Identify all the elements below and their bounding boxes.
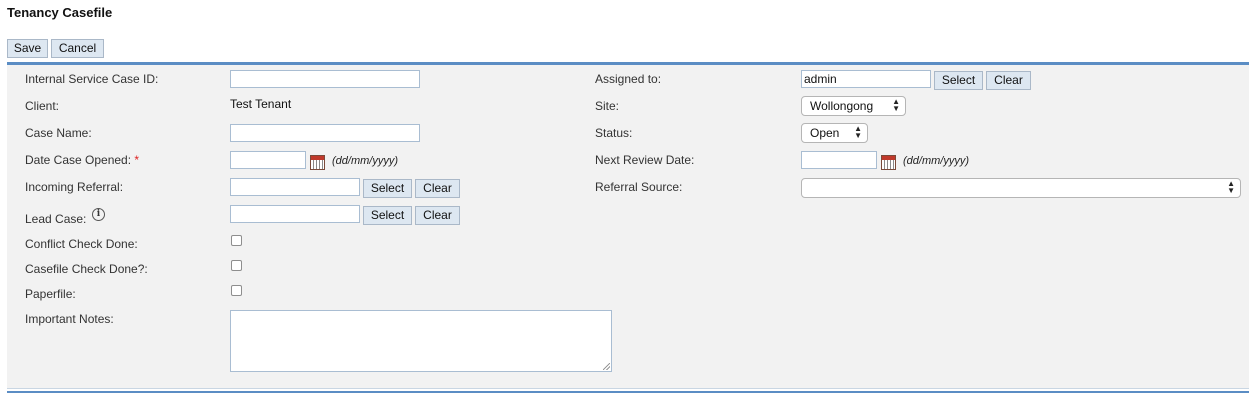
incoming-referral-clear-button[interactable]: Clear [415,179,460,198]
date-format-hint: (dd/mm/yyyy) [332,155,398,167]
incoming-referral-input[interactable] [230,178,360,196]
date-opened-label: Date Case Opened: * [25,153,139,167]
case-name-label: Case Name: [25,126,92,140]
incoming-referral-label: Incoming Referral: [25,180,124,194]
site-label: Site: [595,99,620,113]
client-label: Client: [25,99,60,113]
site-select[interactable]: Wollongong ▲ ▼ [801,96,906,116]
lead-case-select-button[interactable]: Select [363,206,412,225]
form-panel [7,62,1249,388]
date-opened-label-text: Date Case Opened: [25,153,132,167]
status-select[interactable]: Open ▲ ▼ [801,123,868,143]
conflict-check-label: Conflict Check Done: [25,237,138,251]
calendar-icon[interactable] [310,155,325,170]
casefile-check-label: Casefile Check Done?: [25,262,148,276]
assigned-to-clear-button[interactable]: Clear [986,71,1031,90]
internal-case-id-label: Internal Service Case ID: [25,72,159,86]
next-review-label: Next Review Date: [595,153,695,167]
client-value: Test Tenant [230,97,292,111]
next-review-input[interactable] [801,151,877,169]
case-name-input[interactable] [230,124,420,142]
assigned-to-select-button[interactable]: Select [934,71,983,90]
lead-case-input[interactable] [230,205,360,223]
required-marker: * [134,153,140,167]
date-opened-input[interactable] [230,151,306,169]
status-label: Status: [595,126,633,140]
updown-arrows-icon: ▲ ▼ [854,124,862,140]
save-button[interactable]: Save [7,39,48,58]
updown-arrows-icon: ▲ ▼ [892,97,900,113]
assigned-to-label: Assigned to: [595,72,662,86]
paperfile-label: Paperfile: [25,287,76,301]
divider [7,388,1249,389]
status-select-value: Open [810,126,840,140]
important-notes-label: Important Notes: [25,312,114,326]
paperfile-checkbox[interactable] [231,285,242,296]
casefile-check-checkbox[interactable] [231,260,242,271]
incoming-referral-select-button[interactable]: Select [363,179,412,198]
cancel-button[interactable]: Cancel [51,39,104,58]
lead-case-label: Lead Case: [25,212,87,226]
resize-handle-icon[interactable] [603,363,610,370]
assigned-to-input[interactable] [801,70,931,88]
page-title: Tenancy Casefile [7,5,113,20]
info-icon[interactable]: i [92,208,105,221]
important-notes-textarea[interactable] [230,310,612,372]
next-review-format-hint: (dd/mm/yyyy) [903,155,969,167]
divider [7,391,1249,393]
site-select-value: Wollongong [810,99,874,113]
referral-source-select[interactable]: ▲ ▼ [801,178,1241,198]
referral-source-label: Referral Source: [595,180,683,194]
conflict-check-checkbox[interactable] [231,235,242,246]
internal-case-id-input[interactable] [230,70,420,88]
calendar-icon[interactable] [881,155,896,170]
lead-case-clear-button[interactable]: Clear [415,206,460,225]
updown-arrows-icon: ▲ ▼ [1227,179,1235,195]
